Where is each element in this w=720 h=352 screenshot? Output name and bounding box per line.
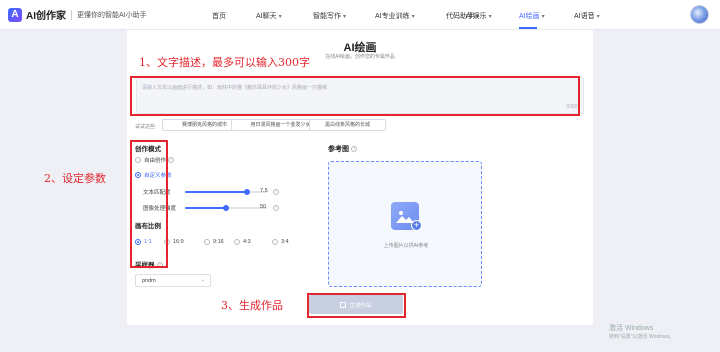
radio-icon — [272, 239, 278, 245]
nav-label: 智能写作 — [313, 13, 341, 20]
help-icon[interactable]: ? — [168, 157, 175, 163]
help-icon[interactable]: ? — [351, 146, 357, 152]
image-strength-slider[interactable] — [185, 205, 267, 211]
help-icon[interactable]: ? — [273, 189, 279, 195]
logo-icon: A — [8, 7, 22, 22]
upload-hint: 上传图片以供AI参考 — [383, 243, 429, 249]
plus-icon: + — [411, 220, 422, 231]
annotation-box-params — [130, 140, 168, 268]
nav-item-ai-painting[interactable]: AI绘画 ▾ — [519, 11, 545, 29]
watermark-line-1: 激活 Windows — [609, 325, 654, 332]
ratio-label: 16:9 — [173, 239, 184, 245]
radio-icon — [204, 239, 210, 245]
avatar[interactable] — [690, 5, 709, 24]
image-strength-value: 50 — [260, 204, 267, 210]
reference-upload-area[interactable]: + 上传图片以供AI参考 — [328, 161, 482, 287]
slider-fill — [185, 207, 226, 209]
nav-item-home[interactable]: 首页 — [212, 11, 226, 21]
nav-label: 首页 — [212, 13, 226, 20]
ratio-label: 9:16 — [213, 239, 224, 245]
nav-item-ai-voice[interactable]: AI语音 ▾ — [574, 11, 600, 21]
painting-panel: AI绘画 在线AI绘画，创作您的专属作品 请输入文本以画面进行描述，如：雨林中的… — [127, 30, 593, 325]
chevron-down-icon: ▾ — [488, 14, 492, 20]
nav-label: AI娱乐 — [466, 13, 487, 20]
chevron-down-icon: ▾ — [541, 14, 545, 20]
example-chip[interactable]: 黑白线条风格的长城 — [309, 119, 386, 131]
top-navbar: A AI创作家 更懂你的智能AI小助手 首页 AI聊天 ▾ 智能写作 ▾ AI专业训… — [0, 0, 720, 30]
image-icon — [396, 211, 414, 223]
slider-handle[interactable] — [223, 205, 229, 211]
nav-label: AI语音 — [574, 13, 595, 20]
logo-divider — [71, 9, 72, 20]
help-icon[interactable]: ? — [273, 205, 279, 211]
sampler-value: pndm — [142, 278, 156, 284]
ratio-option-3-4[interactable]: 3:4 — [272, 239, 289, 245]
chevron-down-icon: ⌄ — [200, 277, 205, 283]
text-match-value: 7.5 — [260, 188, 268, 194]
radio-icon — [234, 239, 240, 245]
annotation-box-prompt — [130, 76, 580, 116]
chevron-down-icon: ▾ — [278, 14, 282, 20]
text-match-slider[interactable] — [185, 189, 267, 195]
windows-activation-watermark: 激活 Windows 转到"设置"以激活 Windows。 — [609, 324, 674, 342]
annotation-label-1: 1、文字描述，最多可以输入300字 — [139, 56, 310, 69]
reference-title: 参考图? — [328, 144, 357, 154]
ratio-option-9-16[interactable]: 9:16 — [204, 239, 224, 245]
nav-label: AI绘画 — [519, 13, 540, 20]
chevron-down-icon: ▾ — [596, 14, 600, 20]
annotation-label-2: 2、设定参数 — [44, 172, 106, 185]
ratio-label: 3:4 — [281, 239, 289, 245]
chevron-down-icon: ▾ — [343, 14, 347, 20]
app-name: AI创作家 — [26, 11, 66, 22]
nav-item-pro-training[interactable]: AI专业训练 ▾ — [375, 11, 415, 21]
annotation-label-3: 3、生成作品 — [221, 299, 283, 312]
nav-label: AI专业训练 — [375, 13, 410, 20]
nav-item-ai-entertainment[interactable]: AI娱乐 ▾ — [466, 11, 492, 21]
nav-item-writing[interactable]: 智能写作 ▾ — [313, 11, 346, 21]
ratio-option-4-3[interactable]: 4:3 — [234, 239, 251, 245]
logo[interactable]: A AI创作家 更懂你的智能AI小助手 — [8, 7, 147, 22]
nav-item-ai-chat[interactable]: AI聊天 ▾ — [256, 11, 282, 21]
chevron-down-icon: ▾ — [411, 14, 415, 20]
watermark-line-2: 转到"设置"以激活 Windows。 — [609, 334, 675, 340]
sampler-select[interactable]: pndm ⌄ — [135, 274, 211, 287]
ratio-label: 4:3 — [243, 239, 251, 245]
examples-label: 试试这些: — [135, 124, 157, 130]
nav-label: AI聊天 — [256, 13, 277, 20]
slider-fill — [185, 191, 247, 193]
reference-title-text: 参考图 — [328, 146, 349, 153]
app-tagline: 更懂你的智能AI小助手 — [77, 11, 147, 19]
slider-handle[interactable] — [243, 189, 250, 195]
annotation-box-generate — [307, 293, 406, 318]
